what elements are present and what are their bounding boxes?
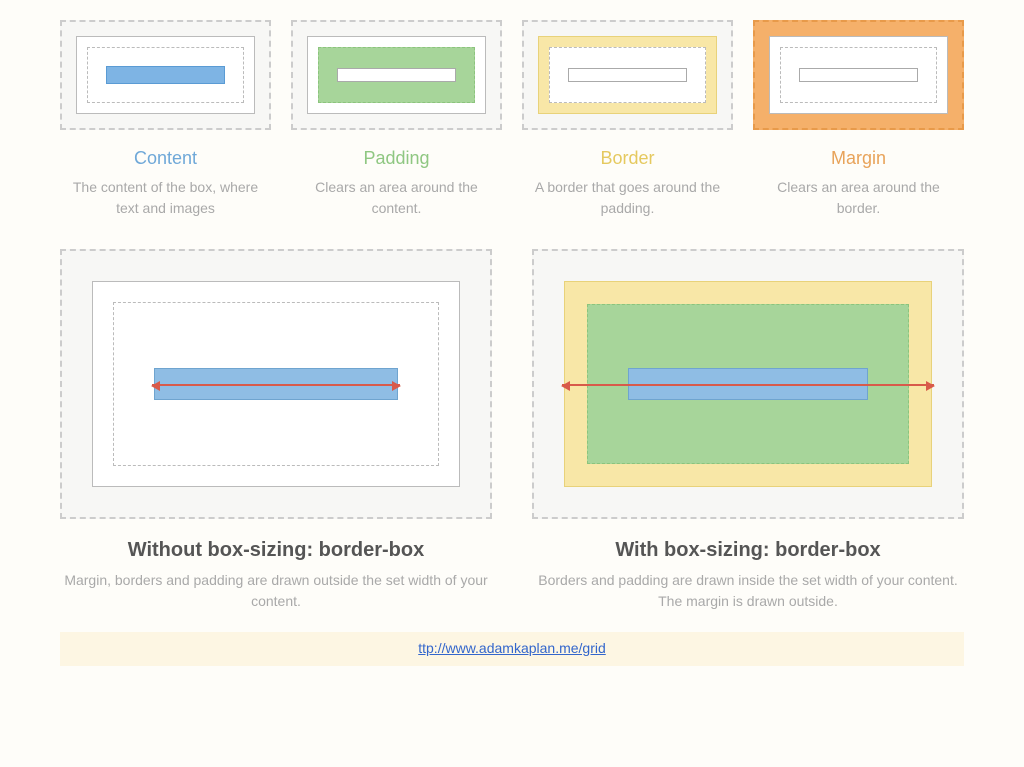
without-desc: Margin, borders and padding are drawn ou… <box>60 570 492 612</box>
padding-diagram <box>291 20 502 130</box>
with-box-sizing-diagram <box>532 249 964 519</box>
padding-title: Padding <box>291 148 502 169</box>
border-desc: A border that goes around the padding. <box>522 177 733 219</box>
padding-desc: Clears an area around the content. <box>291 177 502 219</box>
card-border: Border A border that goes around the pad… <box>522 20 733 219</box>
with-desc: Borders and padding are drawn inside the… <box>532 570 964 612</box>
content-diagram <box>60 20 271 130</box>
with-box-sizing-card: With box-sizing: border-box Borders and … <box>532 249 964 612</box>
box-model-parts-row: Content The content of the box, where te… <box>60 20 964 219</box>
width-arrow-icon <box>562 384 934 386</box>
box-sizing-comparison-row: Without box-sizing: border-box Margin, b… <box>60 249 964 612</box>
without-box-sizing-diagram <box>60 249 492 519</box>
card-margin: Margin Clears an area around the border. <box>753 20 964 219</box>
border-diagram <box>522 20 733 130</box>
content-desc: The content of the box, where text and i… <box>60 177 271 219</box>
margin-desc: Clears an area around the border. <box>753 177 964 219</box>
card-content: Content The content of the box, where te… <box>60 20 271 219</box>
without-box-sizing-card: Without box-sizing: border-box Margin, b… <box>60 249 492 612</box>
width-arrow-icon <box>152 384 400 386</box>
border-title: Border <box>522 148 733 169</box>
without-title: Without box-sizing: border-box <box>60 539 492 562</box>
margin-title: Margin <box>753 148 964 169</box>
source-link[interactable]: ttp://www.adamkaplan.me/grid <box>418 640 606 656</box>
card-padding: Padding Clears an area around the conten… <box>291 20 502 219</box>
margin-diagram <box>753 20 964 130</box>
with-title: With box-sizing: border-box <box>532 539 964 562</box>
content-title: Content <box>60 148 271 169</box>
footer: ttp://www.adamkaplan.me/grid <box>60 632 964 666</box>
